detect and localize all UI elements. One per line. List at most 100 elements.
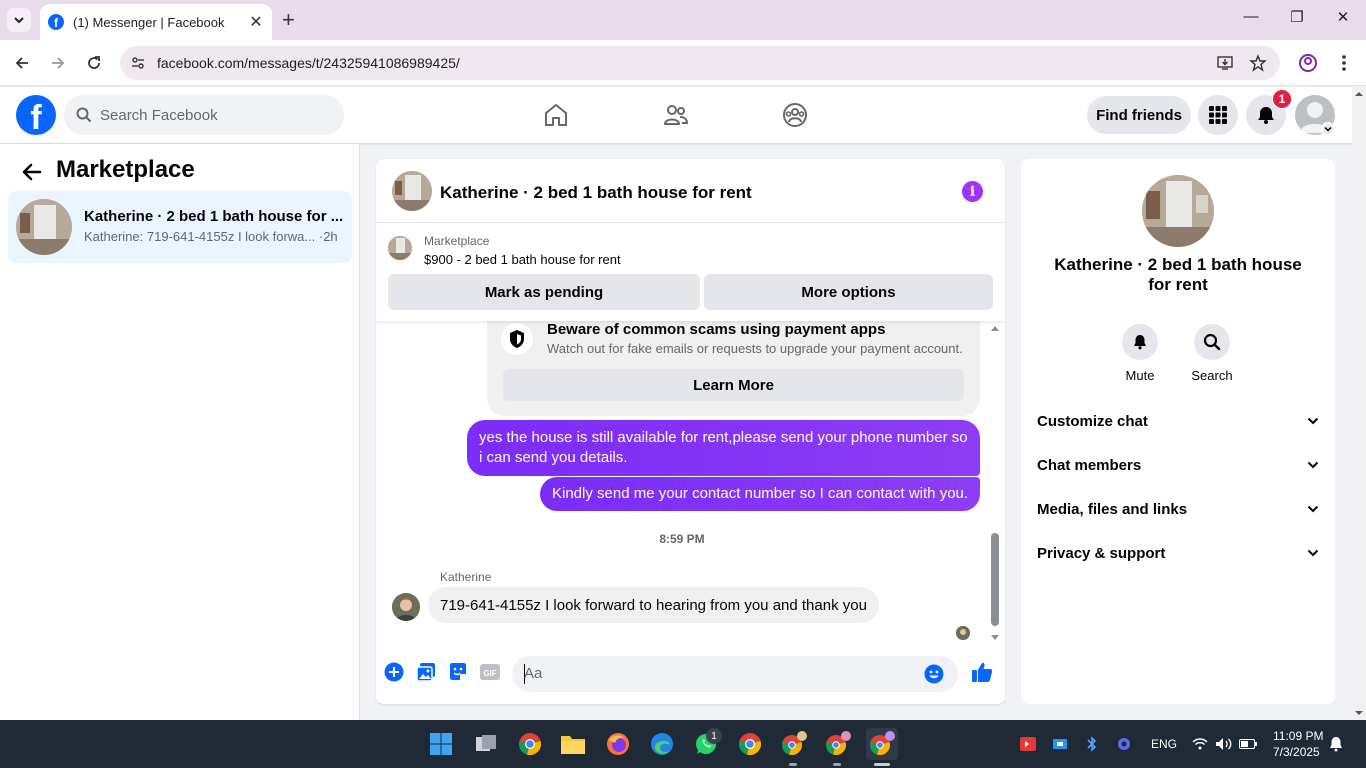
chevron-down-icon — [1307, 505, 1319, 513]
message-input[interactable]: Aa — [512, 656, 958, 692]
chat-details-panel: Katherine · 2 bed 1 bath house for rent … — [1021, 159, 1335, 704]
new-tab-button[interactable]: + — [282, 8, 295, 32]
chat-title[interactable]: Katherine · 2 bed 1 bath house for rent — [440, 183, 752, 203]
customize-chat-row[interactable]: Customize chat — [1029, 399, 1327, 443]
info-icon[interactable]: i — [962, 181, 983, 202]
attach-image-icon[interactable] — [414, 660, 438, 684]
clock-date[interactable]: 7/3/2025 — [1273, 745, 1320, 759]
chat-panel: Katherine · 2 bed 1 bath house for rent … — [376, 159, 1005, 704]
chevron-down-icon — [14, 17, 24, 24]
anydesk-tray-icon[interactable] — [1014, 728, 1042, 760]
emoji-icon[interactable] — [922, 662, 946, 686]
site-settings-icon[interactable] — [128, 53, 148, 73]
home-icon[interactable] — [540, 99, 572, 131]
tab-search-button[interactable] — [7, 8, 31, 32]
bluetooth-icon[interactable] — [1078, 728, 1106, 760]
plus-circle-icon[interactable] — [382, 660, 406, 684]
search-placeholder: Search Facebook — [100, 106, 218, 124]
scroll-down-arrow-icon[interactable] — [988, 633, 1002, 643]
media-files-links-row[interactable]: Media, files and links — [1029, 487, 1327, 531]
conversation-item[interactable]: Katherine · 2 bed 1 bath house for ... K… — [8, 191, 352, 263]
incoming-message[interactable]: 719-641-4155z I look forward to hearing … — [428, 587, 879, 623]
facebook-header: f Search Facebook Find friends 1 — [0, 87, 1352, 143]
task-view-icon[interactable] — [470, 728, 502, 760]
svg-text:GIF: GIF — [483, 669, 496, 678]
scroll-down-arrow-icon[interactable] — [1352, 708, 1366, 718]
back-arrow-icon[interactable] — [10, 51, 34, 75]
menu-grid-button[interactable] — [1198, 95, 1238, 135]
search-in-chat-button[interactable]: Search — [1182, 324, 1242, 383]
bell-icon — [1134, 335, 1146, 350]
search-facebook-input[interactable]: Search Facebook — [64, 95, 344, 135]
chrome-icon[interactable] — [514, 728, 546, 760]
search-icon — [76, 107, 92, 123]
forward-arrow-icon[interactable] — [46, 51, 70, 75]
language-indicator[interactable]: ENG — [1151, 737, 1177, 751]
browser-menu-icon[interactable] — [1332, 51, 1356, 75]
chrome-profile-icon[interactable] — [822, 728, 854, 760]
friends-icon[interactable] — [660, 99, 692, 131]
privacy-support-row[interactable]: Privacy & support — [1029, 531, 1327, 575]
browser-toolbar: facebook.com/messages/t/2432594108698942… — [0, 40, 1366, 86]
firefox-icon[interactable] — [602, 728, 634, 760]
grid-menu-icon — [1209, 106, 1227, 124]
chevron-down-icon — [1307, 461, 1319, 469]
tab-title: (1) Messenger | Facebook — [73, 14, 225, 30]
more-options-button[interactable]: More options — [704, 274, 993, 310]
chat-members-row[interactable]: Chat members — [1029, 443, 1327, 487]
sender-avatar[interactable] — [392, 593, 420, 621]
address-bar[interactable]: facebook.com/messages/t/2432594108698942… — [120, 46, 1280, 80]
gif-icon[interactable]: GIF — [478, 660, 502, 684]
section-label: Customize chat — [1037, 412, 1148, 430]
page-scrollbar[interactable] — [1352, 87, 1366, 720]
minimize-window-icon[interactable]: — — [1236, 8, 1266, 25]
scam-warning-description: Watch out for fake emails or requests to… — [547, 341, 963, 356]
file-explorer-icon[interactable] — [557, 728, 589, 760]
outgoing-message[interactable]: Kindly send me your contact number so I … — [540, 477, 980, 511]
scam-warning-title: Beware of common scams using payment app… — [547, 321, 886, 338]
browser-profile-icon[interactable] — [1296, 51, 1320, 75]
sync-tray-icon[interactable] — [1046, 728, 1074, 760]
maximize-window-icon[interactable]: ❐ — [1282, 8, 1312, 26]
outgoing-message[interactable]: yes the house is still available for ren… — [467, 420, 980, 476]
chrome-icon[interactable] — [734, 728, 766, 760]
mute-button[interactable]: Mute — [1110, 324, 1170, 383]
facebook-logo-icon[interactable]: f — [16, 95, 56, 135]
scroll-up-arrow-icon[interactable] — [1352, 89, 1366, 99]
settings-gear-tray-icon[interactable] — [1110, 728, 1138, 760]
bookmark-star-icon[interactable] — [1248, 53, 1268, 73]
battery-icon[interactable] — [1234, 728, 1262, 760]
panel-title: Marketplace — [56, 156, 195, 183]
chevron-down-icon[interactable] — [1321, 122, 1335, 136]
active-indicator — [874, 763, 890, 766]
listing-thumbnail — [16, 199, 72, 255]
chevron-down-icon — [1307, 417, 1319, 425]
mark-as-pending-button[interactable]: Mark as pending — [388, 274, 700, 310]
chat-details-avatar[interactable] — [1142, 175, 1214, 247]
chat-avatar[interactable] — [392, 171, 432, 211]
thumbs-up-icon[interactable] — [970, 660, 994, 684]
scrollbar-thumb[interactable] — [991, 533, 999, 626]
groups-icon[interactable] — [779, 99, 811, 131]
scroll-up-arrow-icon[interactable] — [988, 323, 1002, 333]
browser-tab[interactable]: f (1) Messenger | Facebook ✕ — [40, 4, 272, 40]
message-placeholder: Aa — [524, 665, 543, 682]
windows-start-icon[interactable] — [425, 728, 457, 760]
close-tab-icon[interactable]: ✕ — [248, 12, 264, 32]
chrome-profile-active-icon[interactable] — [866, 728, 898, 760]
learn-more-button[interactable]: Learn More — [503, 369, 964, 401]
listing-title[interactable]: $900 - 2 bed 1 bath house for rent — [424, 252, 621, 267]
chat-scrollbar[interactable] — [988, 321, 1002, 643]
back-arrow-icon[interactable] — [20, 160, 44, 184]
sticker-icon[interactable] — [446, 660, 470, 684]
url-text: facebook.com/messages/t/2432594108698942… — [157, 55, 460, 71]
chat-header: Katherine · 2 bed 1 bath house for rent … — [376, 159, 1005, 223]
reload-icon[interactable] — [82, 51, 106, 75]
clock-time[interactable]: 11:09 PM — [1273, 729, 1323, 743]
install-app-icon[interactable] — [1215, 53, 1235, 73]
close-window-icon[interactable]: ✕ — [1328, 8, 1358, 26]
find-friends-button[interactable]: Find friends — [1087, 96, 1191, 134]
notification-bell-icon[interactable] — [1322, 728, 1350, 760]
chrome-profile-icon[interactable] — [778, 728, 810, 760]
edge-icon[interactable] — [646, 728, 678, 760]
